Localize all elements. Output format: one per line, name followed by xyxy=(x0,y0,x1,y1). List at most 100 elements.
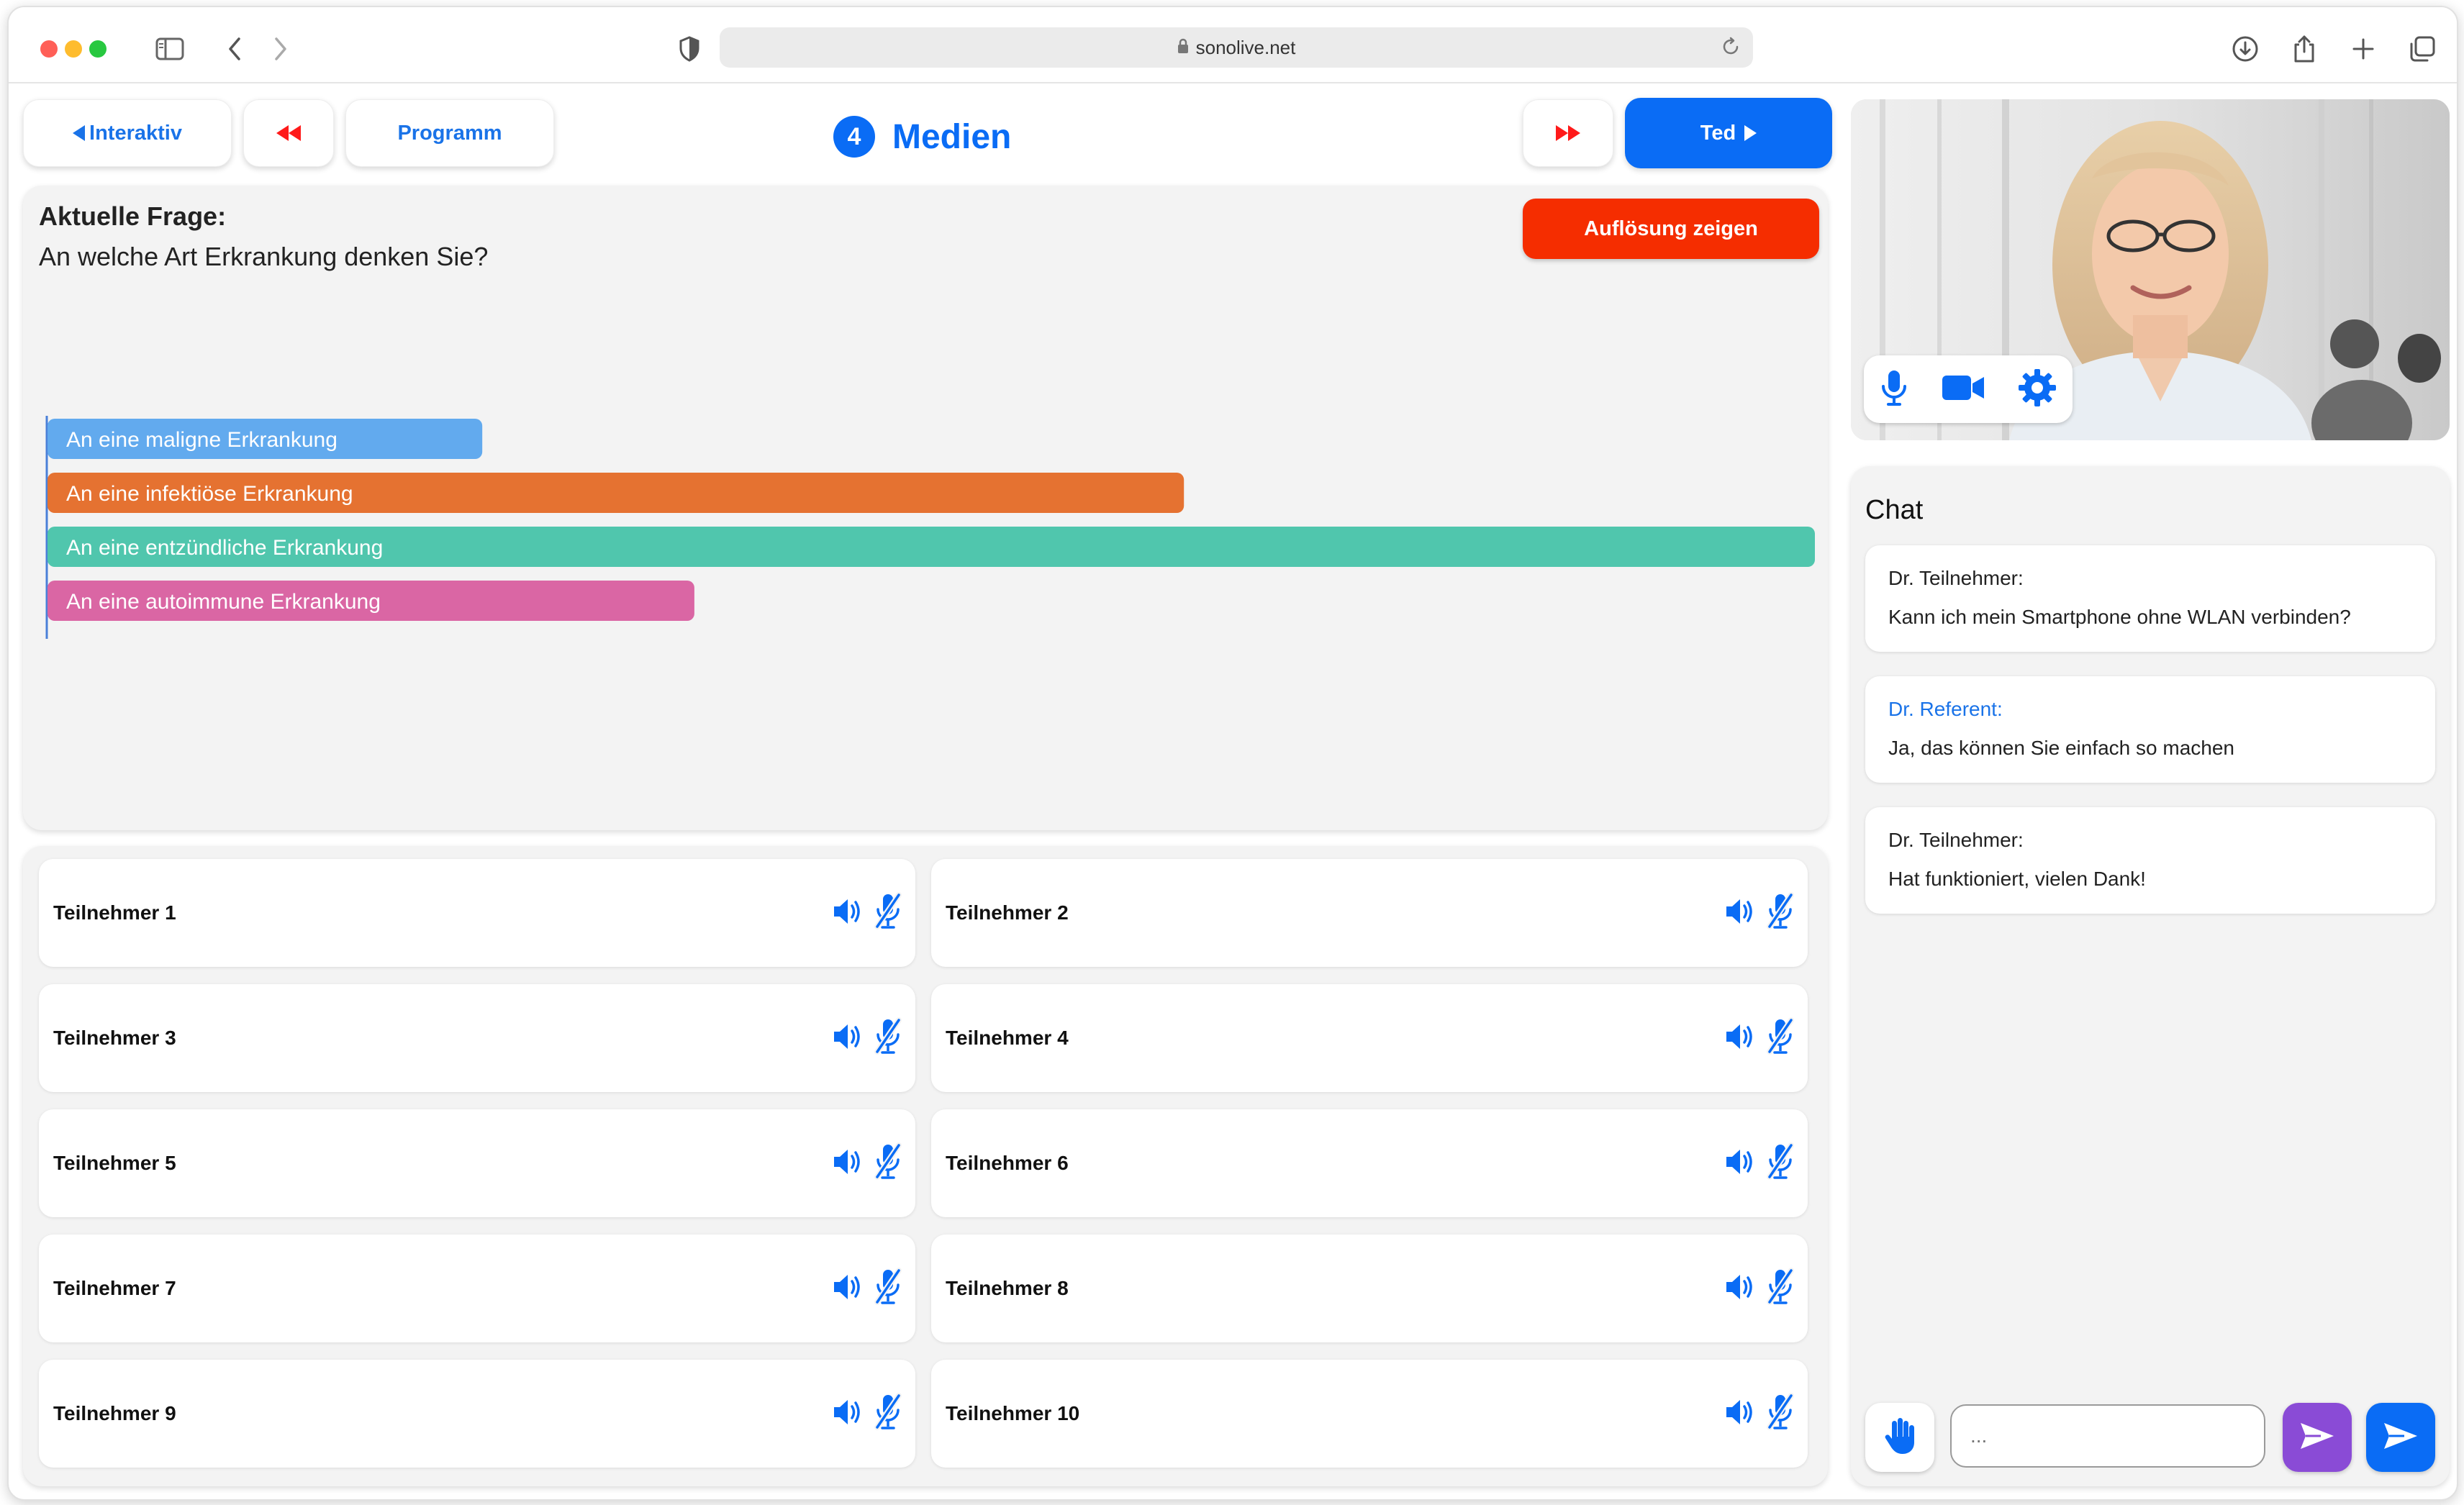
participant-card[interactable]: Teilnehmer 7 xyxy=(39,1235,915,1342)
speaker-icon[interactable] xyxy=(832,1022,864,1055)
speaker-icon[interactable] xyxy=(1724,1147,1756,1180)
mic-off-icon[interactable] xyxy=(1766,1142,1795,1185)
participant-name: Teilnehmer 8 xyxy=(946,1277,1069,1299)
participant-controls xyxy=(832,984,902,1092)
participant-name: Teilnehmer 2 xyxy=(946,901,1069,924)
question-panel: Aktuelle Frage: An welche Art Erkrankung… xyxy=(23,186,1828,830)
reload-icon[interactable] xyxy=(1720,36,1741,61)
participant-name: Teilnehmer 3 xyxy=(53,1027,176,1049)
speaker-icon[interactable] xyxy=(832,1398,864,1430)
mic-off-icon[interactable] xyxy=(874,1142,902,1185)
chat-message: Dr. Referent: Ja, das können Sie einfach… xyxy=(1865,676,2435,783)
chat-input[interactable] xyxy=(1950,1404,2265,1468)
results-bar-chart: An eine maligne Erkrankung An eine infekt… xyxy=(45,416,1815,639)
new-tab-icon[interactable] xyxy=(2346,32,2381,66)
speaker-icon[interactable] xyxy=(832,1273,864,1305)
speaker-video xyxy=(1851,99,2450,440)
tab-overview-icon[interactable] xyxy=(2405,32,2440,66)
participant-card[interactable]: Teilnehmer 6 xyxy=(931,1109,1808,1217)
question-text: An welche Art Erkrankung denken Sie? xyxy=(39,242,489,271)
raise-hand-button[interactable] xyxy=(1865,1403,1934,1472)
share-icon[interactable] xyxy=(2287,32,2322,66)
send-to-referent-button[interactable] xyxy=(2283,1403,2352,1472)
back-icon[interactable] xyxy=(217,32,252,66)
triangle-right-icon xyxy=(1744,125,1757,141)
lock-icon xyxy=(1177,38,1189,58)
interaktiv-label: Interaktiv xyxy=(89,121,182,145)
fast-forward-button[interactable] xyxy=(1523,99,1613,167)
ted-label: Ted xyxy=(1700,121,1736,145)
participant-card[interactable]: Teilnehmer 4 xyxy=(931,984,1808,1092)
rewind-icon xyxy=(276,125,301,141)
camera-icon[interactable] xyxy=(1941,373,1985,406)
reveal-answer-button[interactable]: Auflösung zeigen xyxy=(1523,199,1819,259)
participant-name: Teilnehmer 1 xyxy=(53,901,176,924)
chart-bar-label: An eine autoimmune Erkrankung xyxy=(66,590,381,614)
participant-name: Teilnehmer 6 xyxy=(946,1152,1069,1174)
speaker-icon[interactable] xyxy=(832,897,864,929)
chat-message: Dr. Teilnehmer: Hat funktioniert, vielen… xyxy=(1865,807,2435,914)
question-label: Aktuelle Frage: xyxy=(39,201,227,231)
participant-controls xyxy=(1724,984,1795,1092)
shield-icon[interactable] xyxy=(672,32,707,66)
gear-icon[interactable] xyxy=(2018,368,2057,411)
speaker-icon[interactable] xyxy=(1724,897,1756,929)
participant-card[interactable]: Teilnehmer 10 xyxy=(931,1360,1808,1468)
maximize-window-button[interactable] xyxy=(89,40,107,58)
browser-toolbar: sonolive.net xyxy=(9,7,2457,83)
chat-input-bar xyxy=(1865,1403,2435,1472)
triangle-left-icon xyxy=(73,125,86,141)
close-window-button[interactable] xyxy=(40,40,58,58)
programm-button[interactable]: Programm xyxy=(345,99,554,167)
mic-off-icon[interactable] xyxy=(1766,891,1795,935)
mic-off-icon[interactable] xyxy=(874,1392,902,1435)
programm-label: Programm xyxy=(397,121,502,145)
chat-message-author: Dr. Referent: xyxy=(1888,698,2003,720)
participant-card[interactable]: Teilnehmer 3 xyxy=(39,984,915,1092)
section-number-badge: 4 xyxy=(833,116,875,158)
chart-bar-label: An eine entzündliche Erkrankung xyxy=(66,536,383,560)
sidebar-toggle-icon[interactable] xyxy=(153,32,187,66)
speaker-icon[interactable] xyxy=(1724,1022,1756,1055)
participant-card[interactable]: Teilnehmer 5 xyxy=(39,1109,915,1217)
participant-name: Teilnehmer 5 xyxy=(53,1152,176,1174)
participant-card[interactable]: Teilnehmer 9 xyxy=(39,1360,915,1468)
mic-icon[interactable] xyxy=(1880,369,1908,410)
mic-off-icon[interactable] xyxy=(1766,1392,1795,1435)
forward-icon[interactable] xyxy=(263,32,298,66)
download-icon[interactable] xyxy=(2228,32,2263,66)
minimize-window-button[interactable] xyxy=(65,40,82,58)
participant-card[interactable]: Teilnehmer 2 xyxy=(931,859,1808,967)
participant-card[interactable]: Teilnehmer 8 xyxy=(931,1235,1808,1342)
participant-name: Teilnehmer 7 xyxy=(53,1277,176,1299)
participant-name: Teilnehmer 4 xyxy=(946,1027,1069,1049)
mic-off-icon[interactable] xyxy=(1766,1267,1795,1310)
mic-off-icon[interactable] xyxy=(874,1267,902,1310)
mic-off-icon[interactable] xyxy=(874,1017,902,1060)
chat-panel: Chat Dr. Teilnehmer: Kann ich mein Smart… xyxy=(1851,466,2450,1486)
rewind-button[interactable] xyxy=(243,99,334,167)
participant-card[interactable]: Teilnehmer 1 xyxy=(39,859,915,967)
send-message-button[interactable] xyxy=(2366,1403,2435,1472)
participant-controls xyxy=(832,1360,902,1468)
interaktiv-button[interactable]: Interaktiv xyxy=(23,99,232,167)
chart-bar-label: An eine infektiöse Erkrankung xyxy=(66,482,353,506)
mic-off-icon[interactable] xyxy=(1766,1017,1795,1060)
section-title: 4 Medien xyxy=(833,114,1011,160)
speaker-icon[interactable] xyxy=(832,1147,864,1180)
browser-window: sonolive.net Interaktiv Programm 4 Medie… xyxy=(7,6,2458,1501)
address-bar[interactable]: sonolive.net xyxy=(720,27,1753,68)
ted-button[interactable]: Ted xyxy=(1625,98,1832,168)
section-name: Medien xyxy=(892,117,1012,156)
send-icon xyxy=(2299,1421,2335,1455)
participants-panel: Teilnehmer 1 Teilnehmer 2 Teilnehmer 3 Teil… xyxy=(23,846,1828,1486)
send-icon xyxy=(2383,1421,2419,1455)
speaker-icon[interactable] xyxy=(1724,1273,1756,1305)
chat-message-text: Ja, das können Sie einfach so machen xyxy=(1888,737,2234,759)
chat-message-author: Dr. Teilnehmer: xyxy=(1888,829,2024,851)
speaker-icon[interactable] xyxy=(1724,1398,1756,1430)
chat-message-text: Kann ich mein Smartphone ohne WLAN verbi… xyxy=(1888,606,2351,628)
mic-off-icon[interactable] xyxy=(874,891,902,935)
chat-message-author: Dr. Teilnehmer: xyxy=(1888,567,2024,589)
participant-controls xyxy=(1724,1360,1795,1468)
